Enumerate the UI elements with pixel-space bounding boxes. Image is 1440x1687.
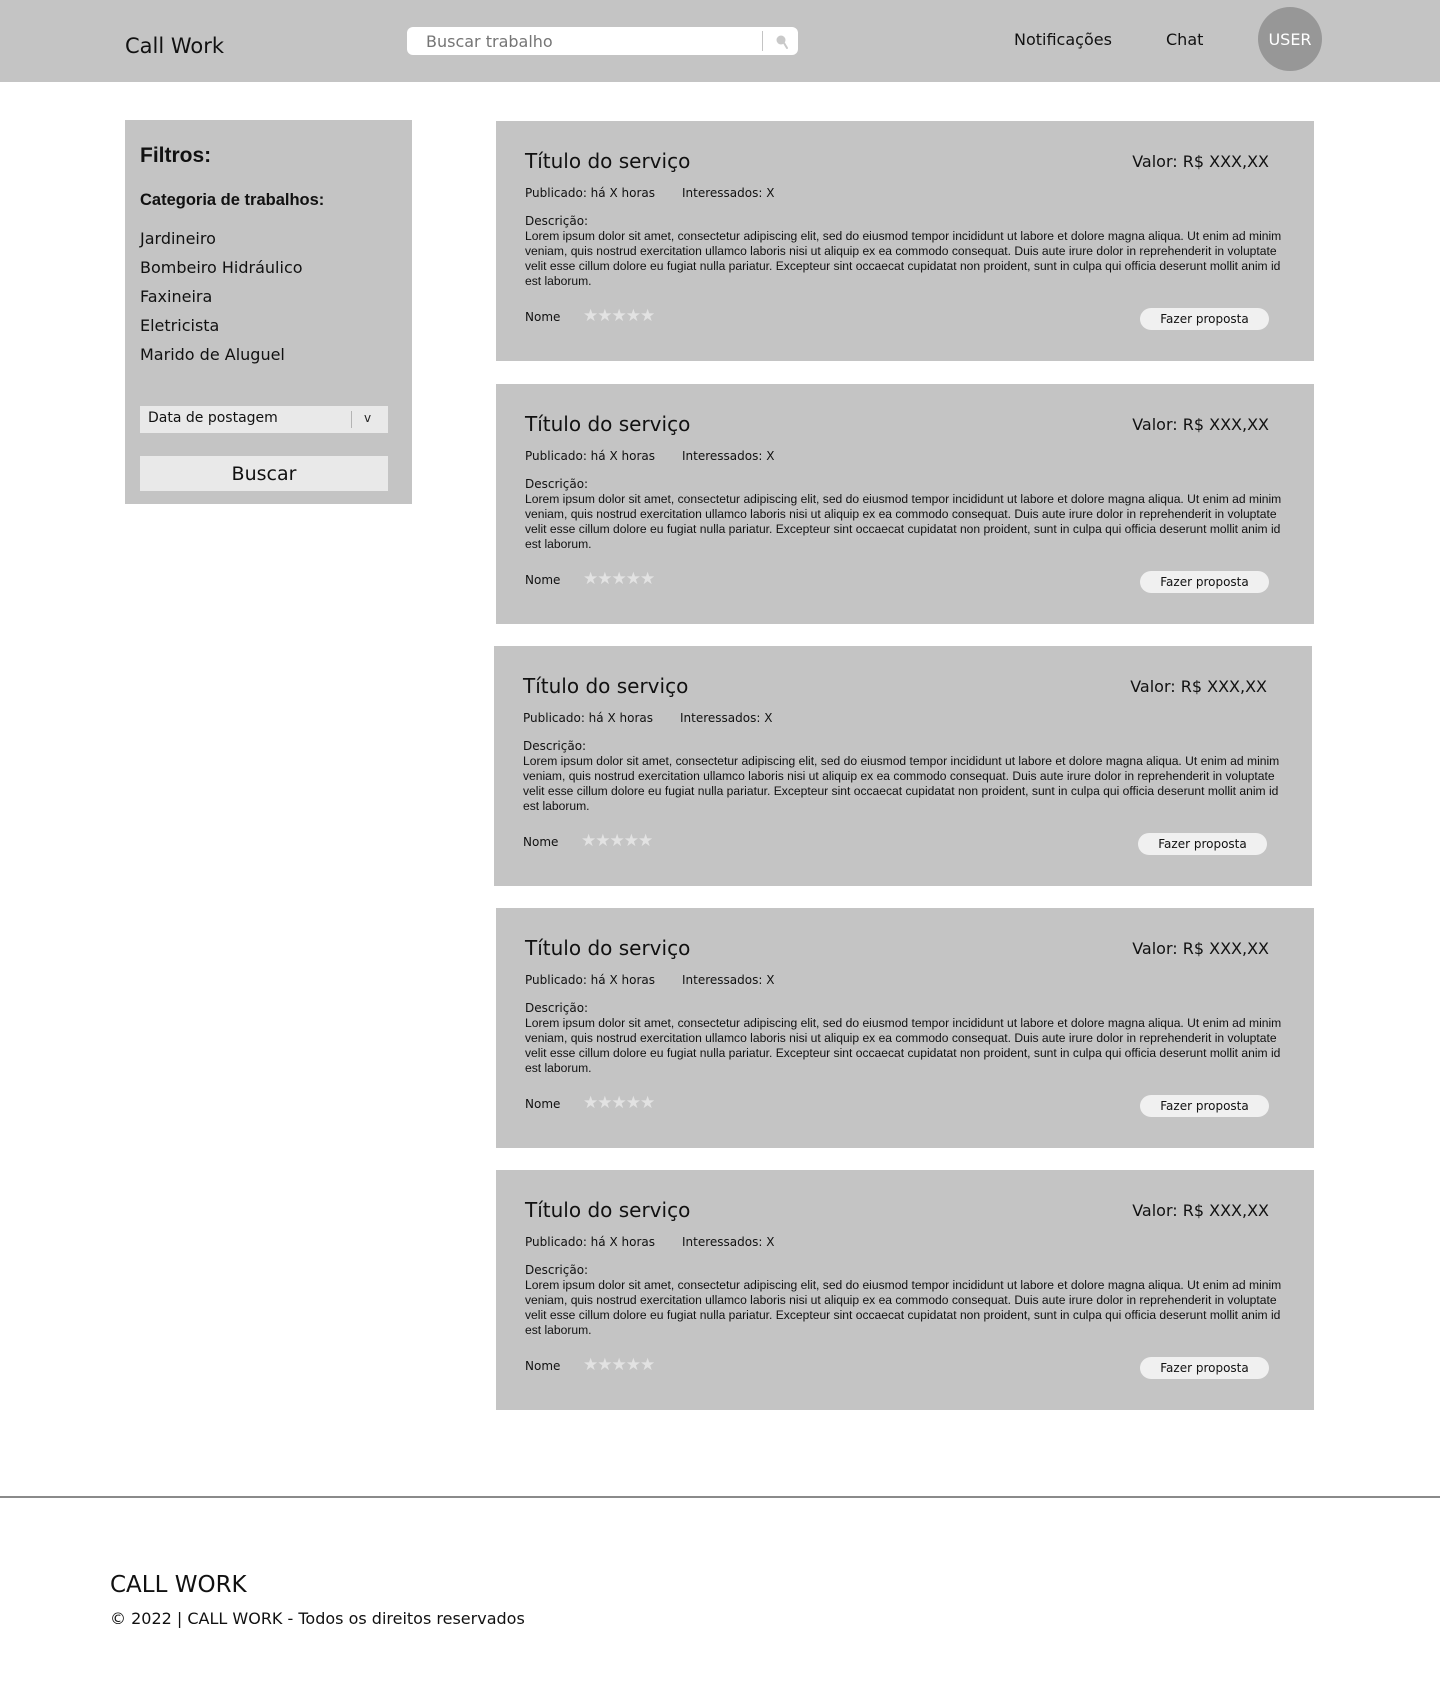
sort-select-divider — [351, 411, 352, 428]
job-description-label: Descrição: — [525, 477, 589, 491]
job-poster-name[interactable]: Nome — [525, 1359, 560, 1373]
job-description: Lorem ipsum dolor sit amet, consectetur … — [523, 754, 1280, 813]
job-title[interactable]: Título do serviço — [525, 412, 690, 436]
job-card: Título do serviço Valor: R$ XXX,XX Publi… — [496, 908, 1314, 1148]
job-interested: Interessados: X — [682, 186, 775, 200]
job-published: Publicado: há X horas — [525, 186, 655, 200]
user-avatar[interactable]: USER — [1258, 7, 1322, 71]
make-proposal-button[interactable]: Fazer proposta — [1138, 833, 1267, 855]
job-poster-name[interactable]: Nome — [525, 1097, 560, 1111]
job-description: Lorem ipsum dolor sit amet, consectetur … — [525, 1016, 1282, 1075]
job-description: Lorem ipsum dolor sit amet, consectetur … — [525, 1278, 1282, 1337]
job-title[interactable]: Título do serviço — [525, 936, 690, 960]
category-item-marido-de-aluguel[interactable]: Marido de Aluguel — [140, 340, 303, 369]
nav-chat[interactable]: Chat — [1166, 30, 1203, 50]
job-description-label: Descrição: — [525, 1263, 589, 1277]
search-input[interactable] — [426, 27, 766, 55]
sort-select[interactable]: Data de postagem v — [140, 406, 388, 433]
job-title[interactable]: Título do serviço — [523, 674, 688, 698]
job-description-label: Descrição: — [525, 1001, 589, 1015]
job-value: Valor: R$ XXX,XX — [1132, 415, 1269, 434]
make-proposal-button[interactable]: Fazer proposta — [1140, 1357, 1269, 1379]
job-published: Publicado: há X horas — [525, 1235, 655, 1249]
job-published: Publicado: há X horas — [523, 711, 653, 725]
job-published: Publicado: há X horas — [525, 449, 655, 463]
job-description: Lorem ipsum dolor sit amet, consectetur … — [525, 492, 1282, 551]
job-interested: Interessados: X — [680, 711, 773, 725]
job-value: Valor: R$ XXX,XX — [1132, 152, 1269, 171]
star-rating-icon: ★★★★★ — [581, 831, 653, 851]
site-logo[interactable]: Call Work — [125, 34, 224, 58]
job-card: Título do serviço Valor: R$ XXX,XX Publi… — [494, 646, 1312, 886]
star-rating-icon: ★★★★★ — [583, 1355, 655, 1375]
star-rating-icon: ★★★★★ — [583, 569, 655, 589]
category-item-eletricista[interactable]: Eletricista — [140, 311, 303, 340]
search-button[interactable]: Buscar — [140, 456, 388, 491]
chevron-down-icon: v — [364, 411, 372, 425]
job-value: Valor: R$ XXX,XX — [1132, 939, 1269, 958]
search-bar — [407, 27, 798, 55]
category-list: Jardineiro Bombeiro Hidráulico Faxineira… — [140, 224, 303, 369]
job-interested: Interessados: X — [682, 1235, 775, 1249]
nav-notifications[interactable]: Notificações — [1014, 30, 1112, 50]
job-interested: Interessados: X — [682, 973, 775, 987]
job-interested: Interessados: X — [682, 449, 775, 463]
job-value: Valor: R$ XXX,XX — [1132, 1201, 1269, 1220]
star-rating-icon: ★★★★★ — [583, 306, 655, 326]
footer-divider — [0, 1496, 1440, 1498]
job-card: Título do serviço Valor: R$ XXX,XX Publi… — [496, 384, 1314, 624]
filters-title: Filtros: — [140, 144, 212, 167]
job-title[interactable]: Título do serviço — [525, 149, 690, 173]
job-description-label: Descrição: — [525, 214, 589, 228]
job-description: Lorem ipsum dolor sit amet, consectetur … — [525, 229, 1282, 288]
category-item-faxineira[interactable]: Faxineira — [140, 282, 303, 311]
job-value: Valor: R$ XXX,XX — [1130, 677, 1267, 696]
job-card: Título do serviço Valor: R$ XXX,XX Publi… — [496, 1170, 1314, 1410]
job-card: Título do serviço Valor: R$ XXX,XX Publi… — [496, 121, 1314, 361]
category-title: Categoria de trabalhos: — [140, 191, 325, 209]
job-description-label: Descrição: — [523, 739, 587, 753]
footer-copyright: © 2022 | CALL WORK - Todos os direitos r… — [110, 1609, 525, 1628]
job-published: Publicado: há X horas — [525, 973, 655, 987]
make-proposal-button[interactable]: Fazer proposta — [1140, 308, 1269, 330]
job-poster-name[interactable]: Nome — [525, 310, 560, 324]
job-poster-name[interactable]: Nome — [525, 573, 560, 587]
job-poster-name[interactable]: Nome — [523, 835, 558, 849]
filters-panel: Filtros: Categoria de trabalhos: Jardine… — [125, 120, 412, 504]
make-proposal-button[interactable]: Fazer proposta — [1140, 571, 1269, 593]
category-item-bombeiro-hidraulico[interactable]: Bombeiro Hidráulico — [140, 253, 303, 282]
star-rating-icon: ★★★★★ — [583, 1093, 655, 1113]
sort-select-value: Data de postagem — [148, 410, 278, 426]
footer-brand: CALL WORK — [110, 1572, 247, 1598]
make-proposal-button[interactable]: Fazer proposta — [1140, 1095, 1269, 1117]
search-icon[interactable] — [770, 30, 794, 52]
top-header: Call Work Notificações Chat USER — [0, 0, 1440, 82]
job-title[interactable]: Título do serviço — [525, 1198, 690, 1222]
search-divider — [762, 31, 763, 51]
category-item-jardineiro[interactable]: Jardineiro — [140, 224, 303, 253]
